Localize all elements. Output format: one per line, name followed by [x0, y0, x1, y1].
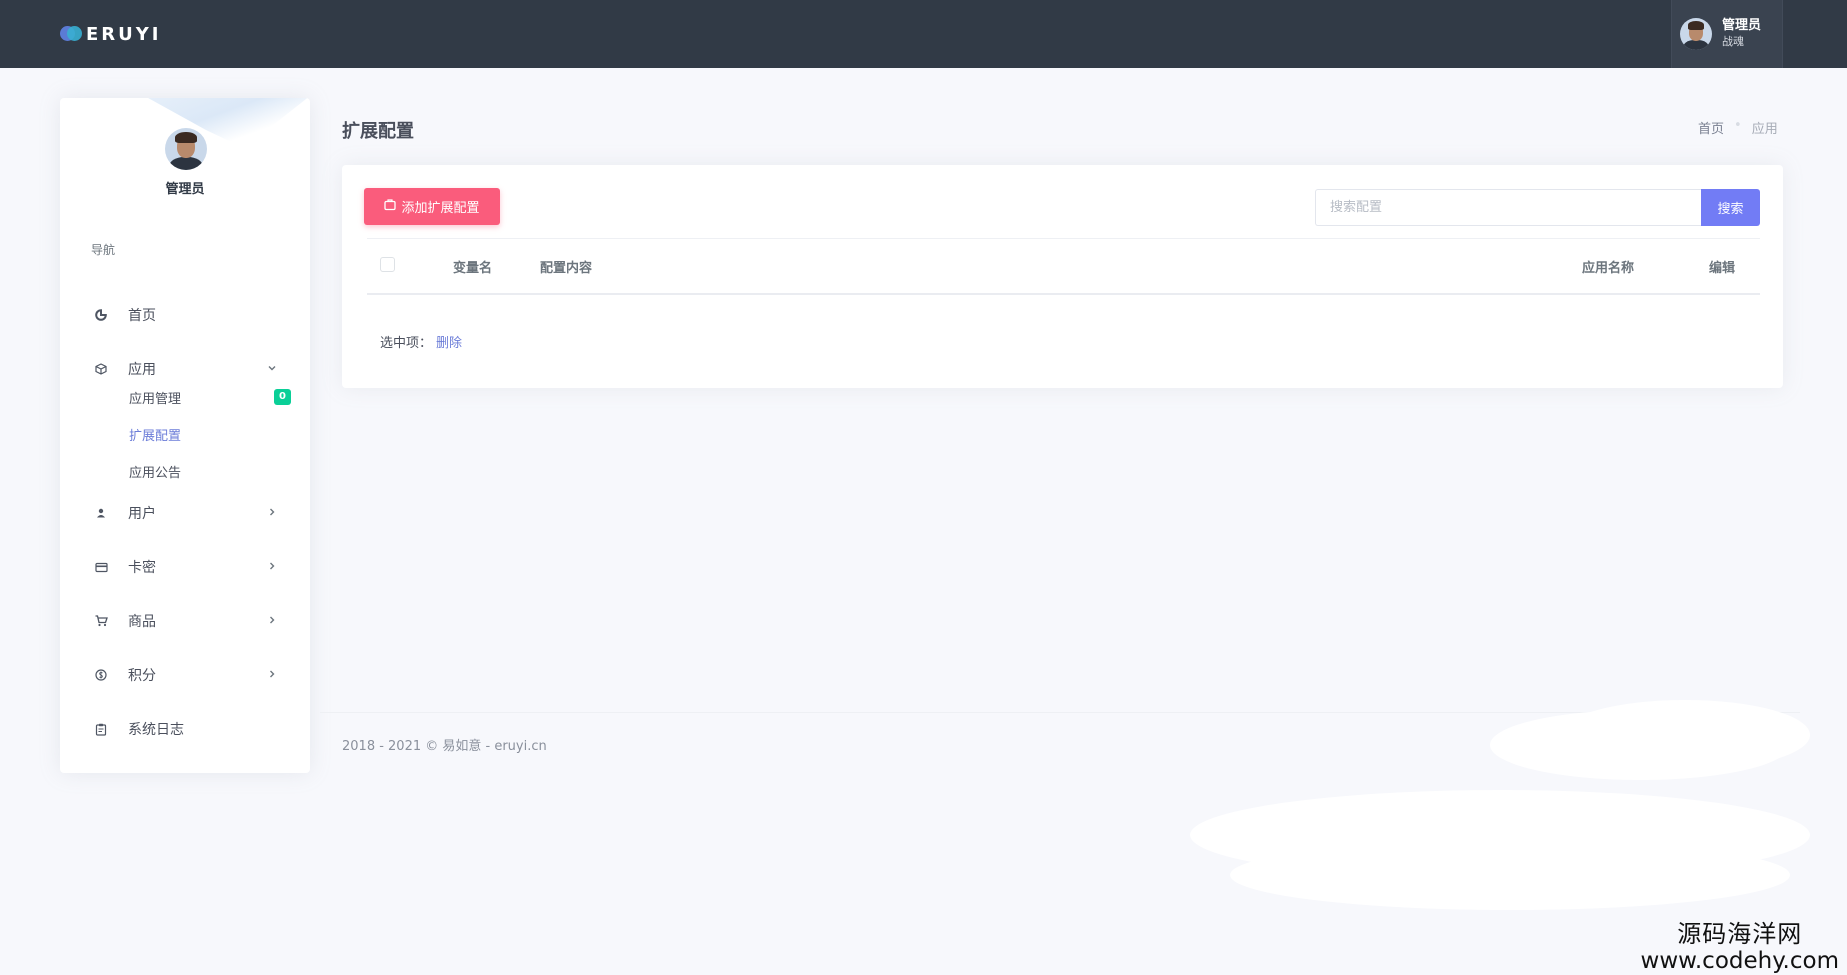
- sidebar-item-label: 应用: [128, 362, 156, 378]
- chevron-right-icon: [267, 560, 277, 575]
- search-button[interactable]: 搜索: [1701, 189, 1760, 226]
- avatar: [1680, 18, 1712, 50]
- sidebar-item-label: 商品: [128, 614, 156, 630]
- column-header-edit: 编辑: [1709, 261, 1736, 276]
- breadcrumb: 首页 • 应用: [1698, 118, 1778, 137]
- sidebar-item-app[interactable]: 应用: [60, 351, 310, 387]
- watermark-url: www.codehy.com: [1640, 948, 1839, 974]
- column-header-content[interactable]: 配置内容: [540, 257, 592, 276]
- sidebar-item-cards[interactable]: 卡密: [60, 549, 310, 585]
- sidebar-subitem-extension-config[interactable]: 扩展配置: [129, 425, 181, 444]
- logo-icon: [60, 25, 82, 43]
- sidebar: 管理员 导航 首页 应用 应用管理 0 扩展配置 应用公告 用户 卡密 商品 积…: [60, 98, 310, 773]
- sidebar-item-system-log[interactable]: 系统日志: [60, 711, 310, 747]
- table-top-divider: [367, 238, 1760, 239]
- selected-items-label: 选中项：: [380, 336, 433, 351]
- redaction-blob: [1230, 840, 1790, 910]
- watermark-title: 源码海洋网: [1677, 920, 1803, 948]
- sidebar-subitem-app-notice[interactable]: 应用公告: [129, 462, 181, 481]
- sidebar-subitem-app-manage[interactable]: 应用管理: [129, 388, 181, 407]
- redaction-blob: [1560, 700, 1810, 770]
- nav-section-title: 导航: [91, 243, 116, 257]
- user-role: 战魂: [1722, 35, 1744, 49]
- breadcrumb-current: 应用: [1751, 122, 1778, 137]
- cube-icon: [94, 362, 108, 376]
- user-menu[interactable]: 管理员 战魂: [1671, 0, 1783, 68]
- sidebar-item-label: 卡密: [128, 560, 156, 576]
- table-header-divider: [367, 293, 1760, 295]
- watermark: 源码海洋网 www.codehy.com: [1641, 920, 1839, 974]
- column-header-variable[interactable]: 变量名: [453, 257, 492, 276]
- topbar: ERUYI 管理员 战魂: [0, 0, 1847, 68]
- sidebar-item-points[interactable]: 积分: [60, 657, 310, 693]
- sidebar-item-home[interactable]: 首页: [60, 297, 310, 333]
- plus-box-icon: [384, 199, 397, 214]
- chevron-down-icon: [267, 362, 277, 377]
- config-card: 添加扩展配置 搜索 变量名 配置内容 应用名称 编辑 选中项： 删除: [342, 165, 1783, 388]
- sidebar-item-label: 积分: [128, 668, 156, 684]
- delete-selected-link[interactable]: 删除: [436, 332, 462, 351]
- cart-icon: [94, 614, 108, 628]
- sidebar-item-users[interactable]: 用户: [60, 495, 310, 531]
- clipboard-icon: [94, 722, 108, 736]
- logo-text: ERUYI: [86, 23, 162, 45]
- chevron-right-icon: [267, 668, 277, 683]
- page-title: 扩展配置: [342, 121, 414, 142]
- sidebar-item-label: 用户: [128, 506, 156, 522]
- sidebar-avatar: [165, 128, 207, 170]
- chevron-right-icon: [267, 614, 277, 629]
- breadcrumb-separator: •: [1734, 118, 1742, 133]
- add-button-label: 添加扩展配置: [401, 201, 480, 216]
- sidebar-item-label: 系统日志: [128, 722, 184, 738]
- select-all-checkbox[interactable]: [380, 257, 395, 272]
- add-extension-config-button[interactable]: 添加扩展配置: [364, 188, 500, 225]
- card-icon: [94, 560, 108, 574]
- coin-icon: [94, 668, 108, 682]
- sidebar-item-label: 首页: [128, 308, 156, 324]
- breadcrumb-home[interactable]: 首页: [1698, 118, 1724, 137]
- search-input[interactable]: [1315, 189, 1701, 226]
- user-icon: [94, 506, 108, 520]
- count-badge: 0: [274, 389, 291, 405]
- user-name: 管理员: [1722, 18, 1762, 34]
- dashboard-icon: [94, 308, 108, 322]
- sidebar-username: 管理员: [165, 182, 205, 197]
- sidebar-item-goods[interactable]: 商品: [60, 603, 310, 639]
- footer-copyright: 2018 - 2021 © 易如意 - eruyi.cn: [342, 739, 547, 754]
- chevron-right-icon: [267, 506, 277, 521]
- brand-logo[interactable]: ERUYI: [60, 23, 162, 45]
- column-header-app-name[interactable]: 应用名称: [1582, 257, 1634, 276]
- sidebar-decoration: [130, 98, 310, 148]
